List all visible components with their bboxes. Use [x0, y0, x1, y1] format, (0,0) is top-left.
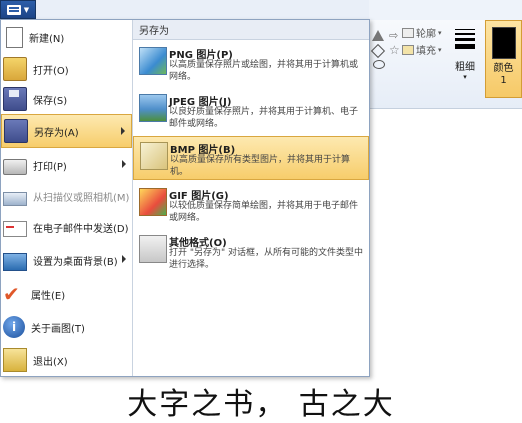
printer-icon: [3, 159, 27, 175]
exit-icon: [3, 348, 27, 372]
submenu-header: 另存为: [133, 20, 369, 40]
chevron-down-icon: ▾: [438, 28, 442, 37]
save-as-submenu: 另存为 PNG 图片(P) 以高质量保存照片或绘图，并将其用于计算机或网络。 J…: [133, 20, 369, 376]
info-icon: i: [3, 316, 25, 338]
line-width-icon: [455, 26, 475, 52]
outline-button[interactable]: 轮廓 ▾: [402, 25, 442, 40]
chevron-down-icon: ▾: [438, 45, 442, 54]
save-as-png-option[interactable]: PNG 图片(P) 以高质量保存照片或绘图，并将其用于计算机或网络。: [133, 42, 369, 86]
menu-command-list: 新建(N) 打开(O) 保存(S) 另存为(A) 打印(P) 从扫描仪或照相机(…: [1, 20, 133, 376]
save-icon: [3, 87, 27, 111]
menu-item-label: 从扫描仪或照相机(M): [33, 192, 130, 204]
menu-item-label: 新建(N): [29, 33, 65, 45]
new-file-icon: [6, 26, 23, 48]
option-description: 以较低质量保存简单绘图，并将其用于电子邮件或网络。: [169, 201, 359, 223]
menu-item-label: 设置为桌面背景(B): [33, 256, 118, 268]
menu-item-label: 属性(E): [31, 290, 66, 302]
color-1-swatch: [491, 27, 516, 59]
option-description: 以良好质量保存照片，并将其用于计算机、电子邮件或网络。: [169, 107, 359, 129]
fill-button[interactable]: 填充 ▾: [402, 42, 442, 57]
size-label: 粗细: [455, 62, 475, 73]
menu-item-open[interactable]: 打开(O): [1, 54, 132, 84]
menu-item-label: 保存(S): [33, 95, 68, 107]
menu-item-set-desktop-background[interactable]: 设置为桌面背景(B): [1, 245, 132, 275]
color-1-label: 颜色 1: [493, 63, 514, 86]
option-description: 以高质量保存照片或绘图，并将其用于计算机或网络。: [169, 60, 359, 82]
desktop-icon: [3, 252, 27, 271]
menu-item-new[interactable]: 新建(N): [1, 22, 132, 52]
menu-item-send-email[interactable]: 在电子邮件中发送(D): [1, 212, 132, 242]
save-as-jpeg-option[interactable]: JPEG 图片(J) 以良好质量保存照片，并将其用于计算机、电子邮件或网络。: [133, 89, 369, 133]
diamond-shape-icon[interactable]: [370, 43, 386, 59]
caption-text: 大字之书， 古之大: [127, 386, 395, 422]
menu-item-label: 打印(P): [33, 161, 67, 173]
save-as-gif-option[interactable]: GIF 图片(G) 以较低质量保存简单绘图，并将其用于电子邮件或网络。: [133, 183, 369, 227]
paint-menu-button[interactable]: ▼: [0, 0, 36, 19]
menu-item-properties[interactable]: ✔ 属性(E): [1, 279, 132, 309]
open-folder-icon: [3, 57, 27, 81]
menu-item-label: 关于画图(T): [31, 323, 85, 335]
chevron-right-icon: [121, 127, 125, 135]
star-shape-icon[interactable]: ☆: [389, 44, 401, 56]
bmp-image-icon: [140, 142, 168, 170]
chevron-right-icon: [122, 255, 126, 263]
menu-item-print[interactable]: 打印(P): [1, 150, 132, 180]
color-1-button[interactable]: 颜色 1: [485, 20, 522, 98]
callout-shape-icon[interactable]: [373, 60, 385, 69]
save-as-bmp-option[interactable]: BMP 图片(B) 以高质量保存所有类型图片，并将其用于计算机。: [133, 136, 369, 180]
save-as-other-formats-option[interactable]: 其他格式(O) 打开 "另存为" 对话框，从所有可能的文件类型中进行选择。: [133, 230, 369, 274]
other-formats-icon: [139, 235, 167, 263]
menu-item-label: 另存为(A): [34, 127, 79, 139]
option-description: 以高质量保存所有类型图片，并将其用于计算机。: [170, 155, 351, 177]
paint-application-menu: 新建(N) 打开(O) 保存(S) 另存为(A) 打印(P) 从扫描仪或照相机(…: [0, 19, 370, 377]
triangle-shape-icon[interactable]: [372, 30, 384, 41]
size-button[interactable]: 粗细 ▾: [452, 24, 478, 92]
menu-icon: [6, 4, 21, 15]
ribbon-tab-strip: [369, 0, 522, 20]
fill-label: 填充: [416, 46, 436, 57]
chevron-down-icon: ▾: [463, 73, 467, 81]
gif-image-icon: [139, 188, 167, 216]
menu-item-from-scanner: 从扫描仪或照相机(M): [1, 181, 132, 211]
menu-item-label: 打开(O): [33, 65, 69, 77]
chevron-down-icon: ▼: [23, 5, 30, 14]
menu-item-label: 退出(X): [33, 356, 68, 368]
option-description: 打开 "另存为" 对话框，从所有可能的文件类型中进行选择。: [169, 248, 364, 270]
chevron-right-icon: [122, 160, 126, 168]
jpeg-image-icon: [139, 94, 167, 122]
menu-item-save[interactable]: 保存(S): [1, 84, 132, 114]
menu-item-label: 在电子邮件中发送(D): [33, 223, 129, 235]
arrow-shape-icon[interactable]: ⇨: [389, 30, 401, 42]
menu-item-exit[interactable]: 退出(X): [1, 345, 132, 375]
save-as-icon: [4, 119, 28, 143]
checkmark-icon: ✔: [3, 282, 20, 306]
fill-icon: [402, 44, 414, 55]
png-image-icon: [139, 47, 167, 75]
email-icon: [3, 221, 27, 237]
menu-item-about-paint[interactable]: i 关于画图(T): [1, 312, 132, 342]
outline-label: 轮廓: [416, 29, 436, 40]
outline-icon: [402, 27, 414, 38]
scanner-icon: [3, 192, 27, 206]
menu-item-save-as[interactable]: 另存为(A): [1, 114, 132, 148]
